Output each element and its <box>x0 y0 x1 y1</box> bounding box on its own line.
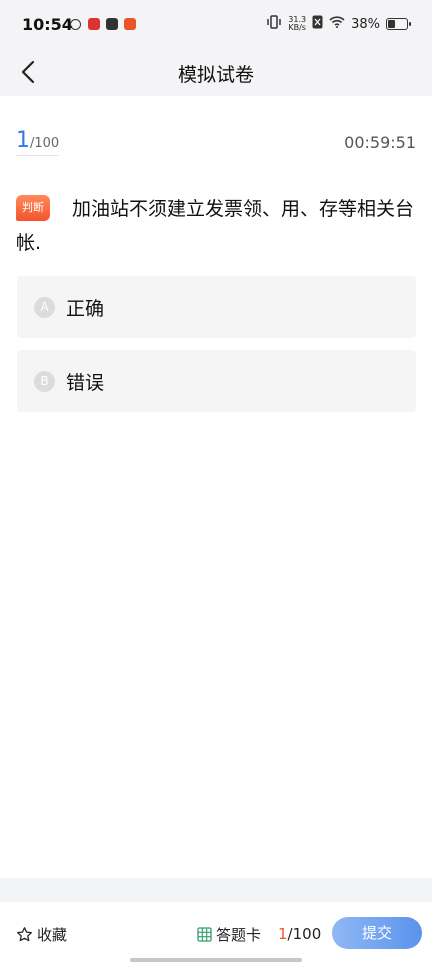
favorite-label: 收藏 <box>37 926 68 944</box>
favorite-button[interactable]: 收藏 <box>16 924 67 945</box>
counter-total: /100 <box>287 925 322 943</box>
option-text: 正确 <box>66 298 105 320</box>
nav-bar: 模拟试卷 <box>0 48 432 96</box>
star-icon <box>17 927 32 942</box>
bottom-toolbar: 收藏 答题卡 1/100 提交 <box>0 902 432 964</box>
status-time: 10:54 <box>22 15 73 34</box>
bottom-divider <box>0 878 432 902</box>
option-letter: B <box>34 371 55 392</box>
option-b[interactable]: B 错误 <box>17 350 416 412</box>
option-a[interactable]: A 正确 <box>17 276 416 338</box>
answer-card-label: 答题卡 <box>216 926 262 944</box>
no-sim-icon <box>312 15 323 33</box>
progress-row: 1/100 00:59:51 <box>16 128 416 160</box>
counter-current: 1 <box>278 925 288 943</box>
question-stem: 判断 加油站不须建立发票领、用、存等相关台帐. <box>16 192 414 260</box>
submit-button[interactable]: 提交 <box>332 917 422 949</box>
question-counter: 1/100 <box>278 925 321 943</box>
grid-icon <box>197 927 212 942</box>
battery-percent: 38% <box>351 16 380 32</box>
answer-card-button[interactable]: 答题卡 <box>197 924 261 945</box>
question-type-badge: 判断 <box>16 195 50 221</box>
notification-icon-3 <box>106 18 118 30</box>
question-total: /100 <box>30 136 60 151</box>
battery-icon <box>386 18 411 30</box>
home-indicator[interactable] <box>130 958 302 962</box>
vibrate-icon <box>266 15 282 33</box>
question-number: 1/100 <box>16 128 60 156</box>
question-text: 加油站不须建立发票领、用、存等相关台帐. <box>16 198 415 254</box>
notification-icon-1 <box>70 19 81 30</box>
wifi-icon <box>329 16 345 32</box>
network-speed-unit: KB/s <box>288 23 306 32</box>
countdown-timer: 00:59:51 <box>344 133 416 152</box>
page-title: 模拟试卷 <box>177 64 254 86</box>
option-text: 错误 <box>66 372 105 394</box>
option-letter: A <box>34 297 55 318</box>
question-current: 1 <box>16 128 30 153</box>
status-right: 31.3 KB/s 38% <box>266 15 411 33</box>
notification-icon-4 <box>124 18 136 30</box>
notification-icon-2 <box>88 18 100 30</box>
network-speed: 31.3 KB/s <box>288 16 306 32</box>
battery-fill <box>388 20 395 28</box>
status-bar: 10:54 31.3 KB/s 38% <box>0 0 432 48</box>
